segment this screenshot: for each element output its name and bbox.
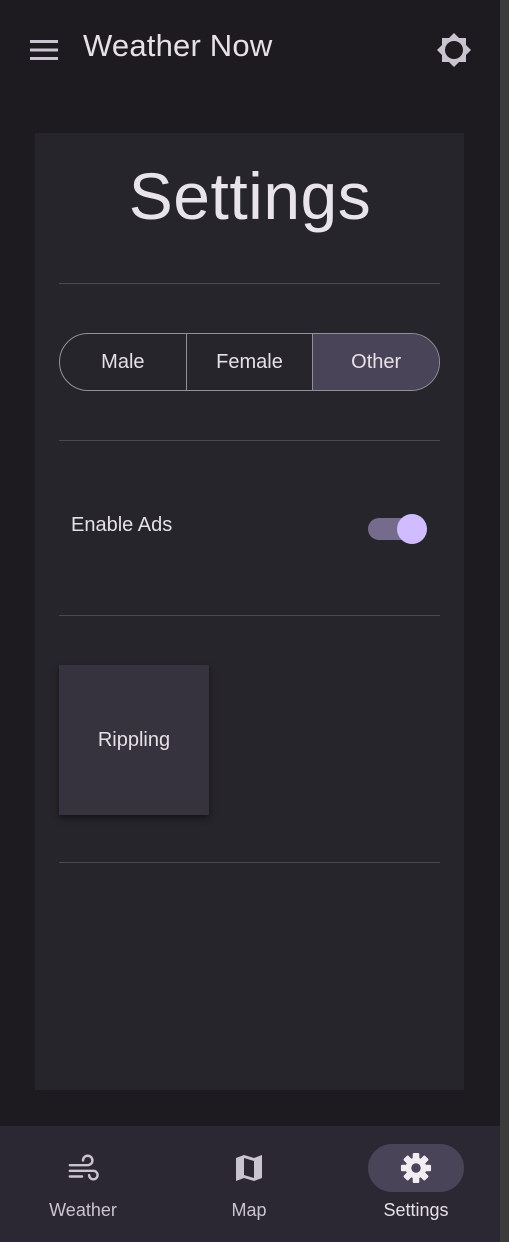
gear-icon — [400, 1152, 432, 1184]
brightness-icon — [437, 33, 471, 67]
segment-female[interactable]: Female — [185, 334, 313, 390]
nav-label-settings: Settings — [383, 1200, 449, 1220]
divider — [59, 862, 440, 863]
window-edge — [500, 0, 509, 1242]
divider — [59, 283, 440, 284]
map-icon — [233, 1152, 265, 1184]
nav-label-weather: Weather — [49, 1200, 117, 1220]
enable-ads-label: Enable Ads — [71, 514, 173, 536]
gender-segmented-button: Male Female Other — [59, 333, 440, 391]
theme-toggle-button[interactable] — [432, 28, 476, 72]
bottom-navigation-bar: Weather Map Settings — [0, 1126, 500, 1242]
wind-icon — [67, 1152, 99, 1184]
top-app-bar: Weather Now — [0, 0, 500, 100]
nav-item-weather[interactable]: Weather — [0, 1126, 166, 1242]
menu-button[interactable] — [24, 32, 64, 68]
app-title: Weather Now — [83, 28, 273, 63]
segment-male[interactable]: Male — [60, 334, 186, 390]
nav-item-map[interactable]: Map — [166, 1126, 332, 1242]
rippling-box[interactable]: Rippling — [59, 665, 209, 815]
switch-thumb — [397, 514, 427, 544]
rippling-label: Rippling — [97, 728, 171, 751]
settings-card — [35, 133, 464, 1090]
nav-label-map: Map — [231, 1200, 267, 1220]
enable-ads-switch[interactable] — [367, 514, 429, 544]
app-root: Weather Now Settings Male Female Other E… — [0, 0, 500, 1242]
nav-item-settings[interactable]: Settings — [333, 1126, 499, 1242]
menu-icon — [30, 40, 58, 60]
divider — [59, 615, 440, 616]
page-title: Settings — [128, 159, 372, 233]
divider — [59, 440, 440, 441]
segment-other[interactable]: Other — [312, 334, 439, 390]
